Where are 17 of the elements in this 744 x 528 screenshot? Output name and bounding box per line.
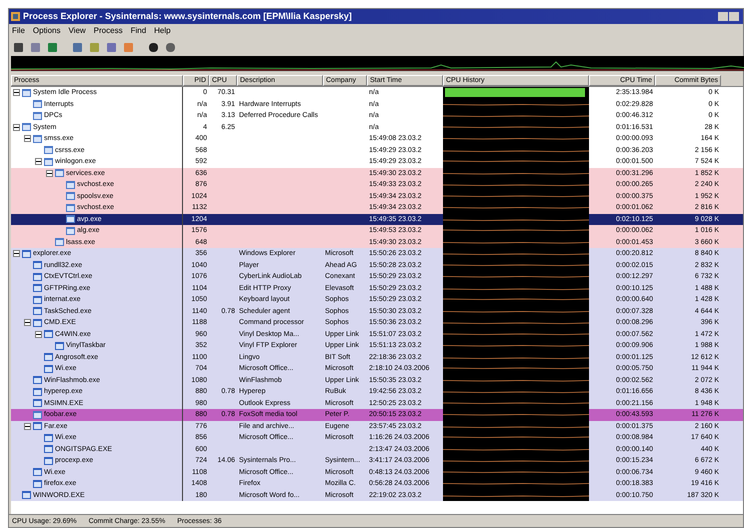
app-icon bbox=[11, 12, 20, 21]
expand-toggle[interactable] bbox=[13, 89, 20, 96]
expand-toggle[interactable] bbox=[24, 319, 31, 326]
menu-item[interactable]: File bbox=[12, 27, 25, 35]
menu-item[interactable]: View bbox=[68, 27, 86, 35]
menu-item[interactable]: Help bbox=[154, 27, 171, 35]
expand-toggle[interactable] bbox=[13, 250, 20, 258]
expand-toggle[interactable] bbox=[24, 135, 31, 142]
menu-item[interactable]: Process bbox=[94, 27, 123, 35]
expand-toggle[interactable] bbox=[35, 158, 42, 166]
menu-item[interactable]: Find bbox=[130, 27, 146, 35]
menu-item[interactable]: Options bbox=[32, 27, 60, 35]
expand-toggle[interactable] bbox=[46, 170, 53, 177]
window-title: Process Explorer - Sysinternals: www.sysinternals.com [EPM\Ilia Kaspersky] bbox=[23, 12, 352, 21]
expand-toggle[interactable] bbox=[35, 330, 42, 338]
expand-toggle[interactable] bbox=[24, 422, 31, 430]
expand-toggle[interactable] bbox=[13, 124, 20, 131]
